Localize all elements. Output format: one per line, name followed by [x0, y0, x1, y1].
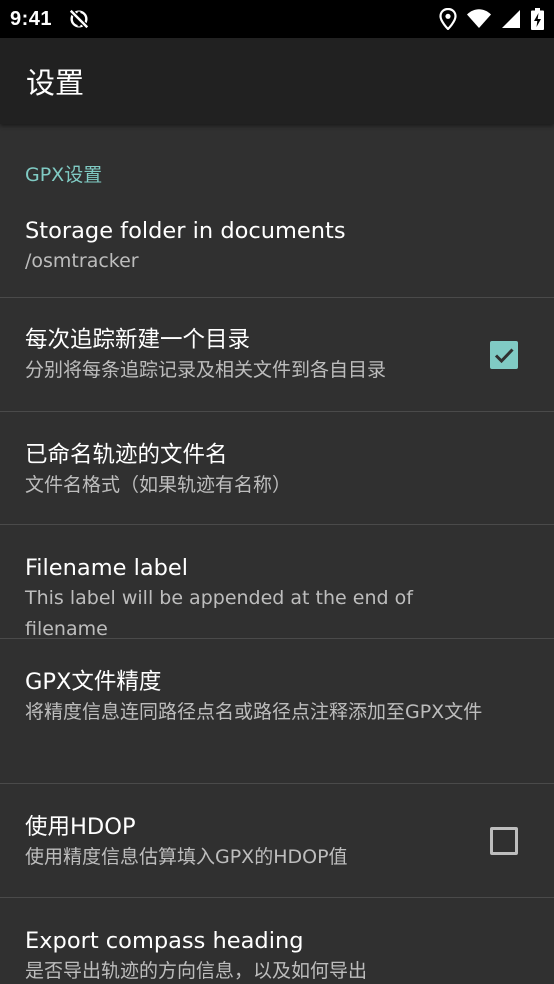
status-bar: 9:41 [0, 0, 554, 38]
location-icon [439, 8, 457, 30]
pref-named-track-filename[interactable]: 已命名轨迹的文件名 文件名格式（如果轨迹有名称） [0, 412, 554, 525]
pref-summary: 使用精度信息估算填入GPX的HDOP值 [25, 846, 348, 868]
pref-title: Export compass heading [25, 928, 304, 954]
pref-summary: 将精度信息连同路径点名或路径点注释添加至GPX文件 [25, 701, 483, 723]
no-sync-icon [68, 8, 90, 30]
pref-summary: /osmtracker [25, 250, 139, 272]
pref-use-hdop[interactable]: 使用HDOP 使用精度信息估算填入GPX的HDOP值 [0, 784, 554, 898]
pref-title: 每次追踪新建一个目录 [25, 327, 251, 353]
pref-summary: 是否导出轨迹的方向信息，以及如何导出 [25, 960, 368, 982]
signal-icon [501, 9, 521, 29]
page-title: 设置 [26, 66, 85, 100]
battery-icon [531, 8, 544, 30]
app-toolbar: 设置 [0, 38, 554, 124]
pref-export-compass-heading[interactable]: Export compass heading 是否导出轨迹的方向信息，以及如何导… [0, 898, 554, 984]
pref-title: 使用HDOP [25, 814, 136, 840]
pref-summary: This label will be appended at the end o… [25, 587, 413, 640]
wifi-icon [467, 9, 491, 29]
pref-storage-folder[interactable]: Storage folder in documents /osmtracker [0, 216, 554, 298]
checkbox-checked[interactable] [490, 340, 518, 369]
pref-filename-label[interactable]: Filename label This label will be append… [0, 525, 554, 640]
pref-title: GPX文件精度 [25, 669, 162, 695]
pref-gpx-accuracy[interactable]: GPX文件精度 将精度信息连同路径点名或路径点注释添加至GPX文件 [0, 639, 554, 784]
pref-title: 已命名轨迹的文件名 [25, 442, 228, 468]
pref-summary: 分别将每条追踪记录及相关文件到各自目录 [25, 359, 387, 381]
pref-new-directory-per-track[interactable]: 每次追踪新建一个目录 分别将每条追踪记录及相关文件到各自目录 [0, 298, 554, 412]
category-header-gpx: GPX设置 [25, 164, 103, 186]
checkbox-unchecked[interactable] [490, 826, 518, 855]
pref-summary: 文件名格式（如果轨迹有名称） [25, 474, 292, 496]
checkmark-icon [494, 347, 514, 363]
settings-list[interactable]: GPX设置 Storage folder in documents /osmtr… [0, 124, 554, 984]
pref-title: Storage folder in documents [25, 218, 346, 244]
pref-title: Filename label [25, 555, 189, 581]
status-time: 9:41 [10, 7, 53, 30]
